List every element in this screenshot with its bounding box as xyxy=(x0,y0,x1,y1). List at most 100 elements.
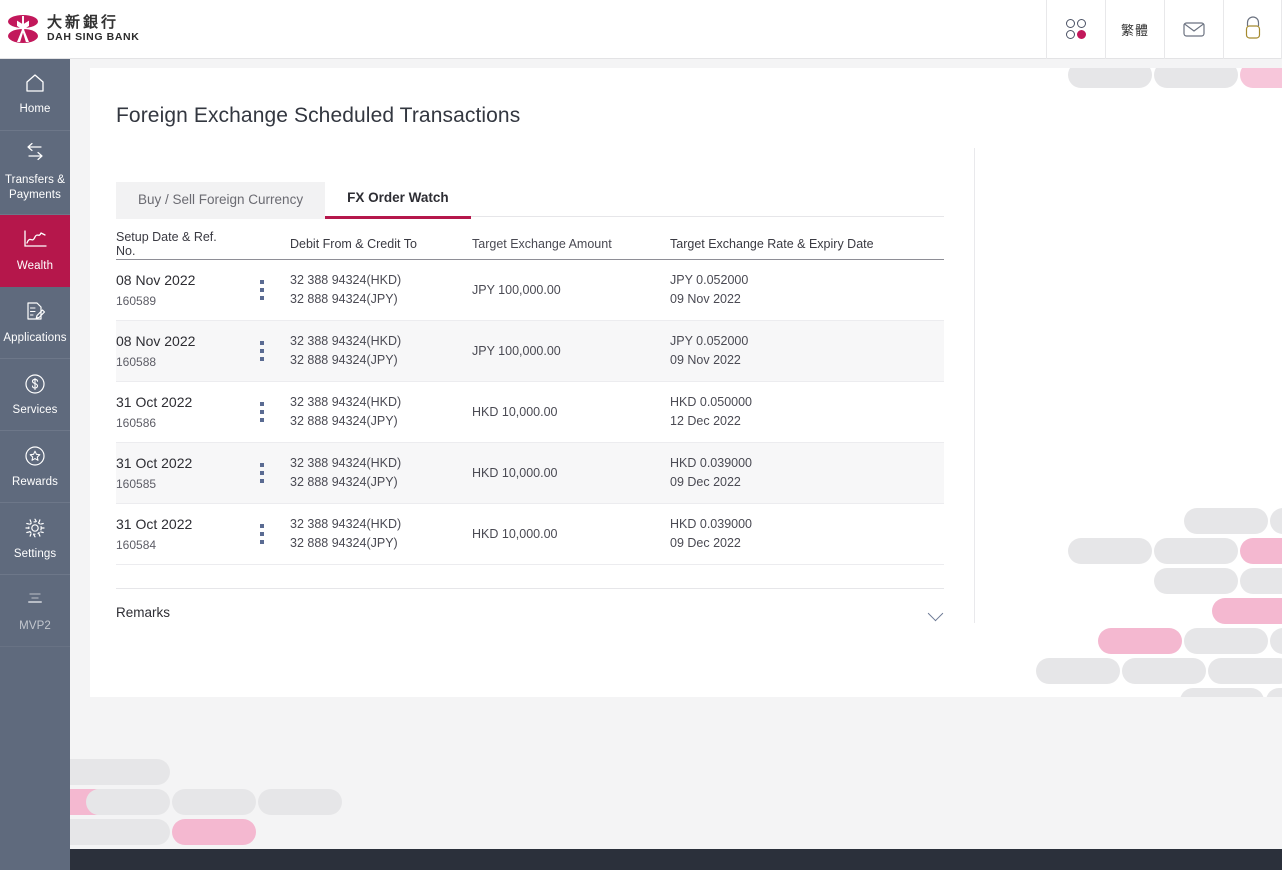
lock-icon xyxy=(1245,16,1260,39)
tab-buy-sell-foreign-currency[interactable]: Buy / Sell Foreign Currency xyxy=(116,182,326,219)
app-header: 大新銀行 DAH SING BANK 繁體 xyxy=(0,0,1282,59)
column-header-target-rate-expiry: Target Exchange Rate & Expiry Date xyxy=(670,236,874,251)
brand-logo[interactable]: 大新銀行 DAH SING BANK xyxy=(0,14,139,44)
content-vertical-divider xyxy=(974,148,975,623)
app-root: 大新銀行 DAH SING BANK 繁體 Home Transfers & P… xyxy=(0,0,1282,870)
credit-to: 32 888 94324(JPY) xyxy=(290,414,398,428)
table-body: 08 Nov 2022 160589 32 388 94324(HKD) 32 888… xyxy=(116,260,944,565)
decor-pill xyxy=(1154,68,1238,88)
cell-target-amount: JPY 100,000.00 xyxy=(472,283,561,297)
sidebar-item-home[interactable]: Home xyxy=(0,59,70,131)
content-card: Foreign Exchange Scheduled Transactions … xyxy=(90,68,1282,697)
decor-pill xyxy=(172,819,256,845)
cell-row-menu xyxy=(234,337,290,365)
sidebar-item-settings[interactable]: Settings xyxy=(0,503,70,576)
dah-sing-logo-icon xyxy=(8,14,38,44)
debit-from: 32 388 94324(HKD) xyxy=(290,333,402,348)
sidebar-item-label: Applications xyxy=(3,331,67,344)
column-header-debit-credit: Debit From & Credit To xyxy=(290,236,417,251)
expiry-date: 09 Dec 2022 xyxy=(670,475,741,489)
debit-from: 32 388 94324(HKD) xyxy=(290,272,402,287)
star-circle-icon xyxy=(23,443,47,469)
column-header-setup-date: Setup Date & Ref. No. xyxy=(116,229,217,258)
sidebar-item-label: Home xyxy=(19,103,51,116)
logout-button[interactable] xyxy=(1223,0,1282,59)
dollar-circle-icon xyxy=(23,371,47,397)
decor-pill xyxy=(1240,538,1282,564)
setup-date: 08 Nov 2022 xyxy=(116,271,196,288)
cell-target-rate-expiry: JPY 0.052000 09 Nov 2022 xyxy=(670,332,944,371)
credit-to: 32 888 94324(JPY) xyxy=(290,292,398,306)
envelope-icon xyxy=(1183,22,1205,37)
decor-pill xyxy=(86,759,170,785)
expiry-date: 09 Nov 2022 xyxy=(670,353,741,367)
ref-no: 160586 xyxy=(116,415,157,430)
sidebar-item-applications[interactable]: Applications xyxy=(0,287,70,360)
sidebar-item-transfers-payments[interactable]: Transfers & Payments xyxy=(0,131,70,216)
credit-to: 32 888 94324(JPY) xyxy=(290,536,398,550)
sidebar-item-mvp2[interactable]: MVP2 xyxy=(0,575,70,648)
table-row[interactable]: 31 Oct 2022 160584 32 388 94324(HKD) 32 888… xyxy=(116,504,944,565)
decor-pill xyxy=(1240,568,1282,594)
setup-date: 08 Nov 2022 xyxy=(116,332,196,349)
sidebar-item-label: Services xyxy=(12,403,58,416)
cell-setup-date-ref: 08 Nov 2022 160588 xyxy=(116,331,234,371)
table-row[interactable]: 31 Oct 2022 160585 32 388 94324(HKD) 32 888… xyxy=(116,443,944,504)
cell-target-rate-expiry: HKD 0.039000 09 Dec 2022 xyxy=(670,454,944,493)
setup-date: 31 Oct 2022 xyxy=(116,515,193,532)
kebab-menu-icon[interactable] xyxy=(256,459,268,487)
page-title: Foreign Exchange Scheduled Transactions xyxy=(116,104,521,127)
decor-pill xyxy=(258,789,342,815)
ref-no: 160584 xyxy=(116,537,157,552)
language-label: 繁體 xyxy=(1120,22,1149,38)
cell-debit-credit: 32 388 94324(HKD) 32 888 94324(JPY) xyxy=(290,332,472,371)
apps-grid-button[interactable] xyxy=(1046,0,1105,59)
sidebar-item-label: MVP2 xyxy=(19,619,51,632)
cell-setup-date-ref: 31 Oct 2022 160585 xyxy=(116,453,234,493)
cell-setup-date-ref: 31 Oct 2022 160586 xyxy=(116,392,234,432)
cell-target-rate-expiry: JPY 0.052000 09 Nov 2022 xyxy=(670,271,944,310)
decor-pill xyxy=(1122,658,1206,684)
remarks-accordion[interactable]: Remarks xyxy=(116,588,944,636)
apps-grid-icon xyxy=(1064,17,1088,41)
table-row[interactable]: 31 Oct 2022 160586 32 388 94324(HKD) 32 888… xyxy=(116,382,944,443)
kebab-menu-icon[interactable] xyxy=(256,337,268,365)
cell-row-menu xyxy=(234,276,290,304)
decor-pill xyxy=(1208,658,1282,684)
cell-setup-date-ref: 08 Nov 2022 160589 xyxy=(116,270,234,310)
chevron-down-icon[interactable] xyxy=(928,605,944,621)
kebab-menu-icon[interactable] xyxy=(256,398,268,426)
brand-name-chinese: 大新銀行 xyxy=(47,14,120,32)
decor-pill xyxy=(1184,628,1268,654)
decor-pill xyxy=(70,789,108,815)
target-rate: HKD 0.050000 xyxy=(670,394,753,409)
language-toggle-button[interactable]: 繁體 xyxy=(1105,0,1164,59)
cell-target-amount: HKD 10,000.00 xyxy=(472,466,558,480)
cell-target-amount: HKD 10,000.00 xyxy=(472,405,558,419)
kebab-menu-icon[interactable] xyxy=(256,276,268,304)
target-rate: HKD 0.039000 xyxy=(670,516,753,531)
sidebar-item-rewards[interactable]: Rewards xyxy=(0,431,70,504)
tab-fx-order-watch[interactable]: FX Order Watch xyxy=(325,179,471,219)
kebab-menu-icon[interactable] xyxy=(256,520,268,548)
table-row[interactable]: 08 Nov 2022 160588 32 388 94324(HKD) 32 888… xyxy=(116,321,944,382)
trend-chart-icon xyxy=(21,227,49,253)
decor-pill xyxy=(1270,628,1282,654)
tab-bar: Buy / Sell Foreign Currency FX Order Watc… xyxy=(116,179,471,219)
messages-button[interactable] xyxy=(1164,0,1223,59)
setup-date: 31 Oct 2022 xyxy=(116,454,193,471)
decor-pill xyxy=(172,789,256,815)
cell-row-menu xyxy=(234,398,290,426)
target-rate: JPY 0.052000 xyxy=(670,333,749,348)
table-row[interactable]: 08 Nov 2022 160589 32 388 94324(HKD) 32 888… xyxy=(116,260,944,321)
sidebar-item-services[interactable]: Services xyxy=(0,359,70,432)
cell-target-amount: HKD 10,000.00 xyxy=(472,527,558,541)
cell-target-rate-expiry: HKD 0.039000 09 Dec 2022 xyxy=(670,515,944,554)
decor-pill xyxy=(1154,568,1238,594)
fx-order-watch-table: Setup Date & Ref. No. Debit From & Credi… xyxy=(116,228,944,565)
debit-from: 32 388 94324(HKD) xyxy=(290,455,402,470)
decor-pill xyxy=(1212,598,1282,624)
mvp-icon xyxy=(23,587,47,613)
cell-setup-date-ref: 31 Oct 2022 160584 xyxy=(116,514,234,554)
sidebar-item-wealth[interactable]: Wealth xyxy=(0,215,70,288)
